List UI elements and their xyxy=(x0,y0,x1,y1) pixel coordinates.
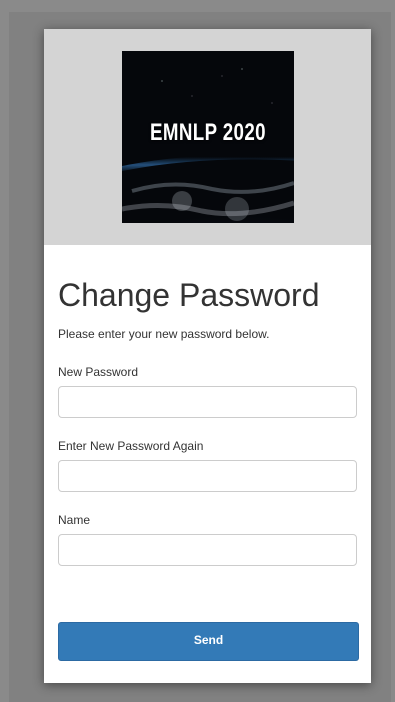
new-password-field[interactable] xyxy=(58,386,357,418)
confirm-password-field[interactable] xyxy=(58,460,357,492)
confirm-password-label: Enter New Password Again xyxy=(58,439,204,453)
name-label: Name xyxy=(58,513,91,527)
logo-text: EMNLP 2020 xyxy=(150,119,266,146)
header-banner: EMNLP 2020 xyxy=(44,29,371,245)
name-field[interactable] xyxy=(58,534,357,566)
change-password-card: EMNLP 2020 Change Password Please enter … xyxy=(44,29,371,683)
page-subtitle: Please enter your new password below. xyxy=(58,327,270,341)
page-title: Change Password xyxy=(58,277,320,313)
new-password-label: New Password xyxy=(58,365,139,379)
emnlp-logo: EMNLP 2020 xyxy=(122,51,294,223)
send-button[interactable]: Send xyxy=(58,622,359,661)
